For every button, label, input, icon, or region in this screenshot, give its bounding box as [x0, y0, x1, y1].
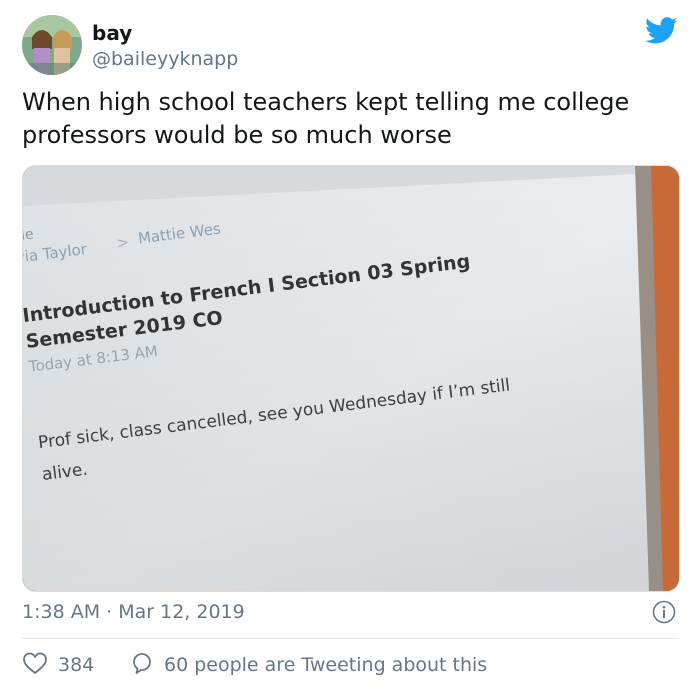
divider	[22, 638, 678, 639]
tweet-photo[interactable]: Colle llivia Taylor > Mattie Wes Introdu…	[22, 165, 680, 592]
like-count: 384	[58, 654, 95, 676]
like-button[interactable]: 384	[22, 652, 94, 678]
discussion-text: 60 people are Tweeting about this	[164, 654, 488, 676]
twitter-bird-icon[interactable]	[645, 17, 678, 45]
speech-bubble-icon	[130, 651, 154, 679]
display-name[interactable]: bay	[92, 21, 132, 45]
tweet-text: When high school teachers kept telling m…	[22, 88, 630, 149]
user-handle[interactable]: @baileyyknapp	[92, 47, 238, 71]
heart-icon	[22, 651, 48, 679]
tweet-card: bay @baileyyknapp When high school teach…	[0, 0, 700, 692]
avatar-image	[22, 15, 82, 75]
photo-breadcrumb-separator: >	[115, 233, 130, 252]
info-icon[interactable]	[652, 600, 676, 624]
avatar[interactable]	[22, 15, 82, 75]
discussion-link[interactable]: 60 people are Tweeting about this	[130, 652, 487, 678]
tweet-timestamp[interactable]: 1:38 AM · Mar 12, 2019	[22, 600, 245, 624]
